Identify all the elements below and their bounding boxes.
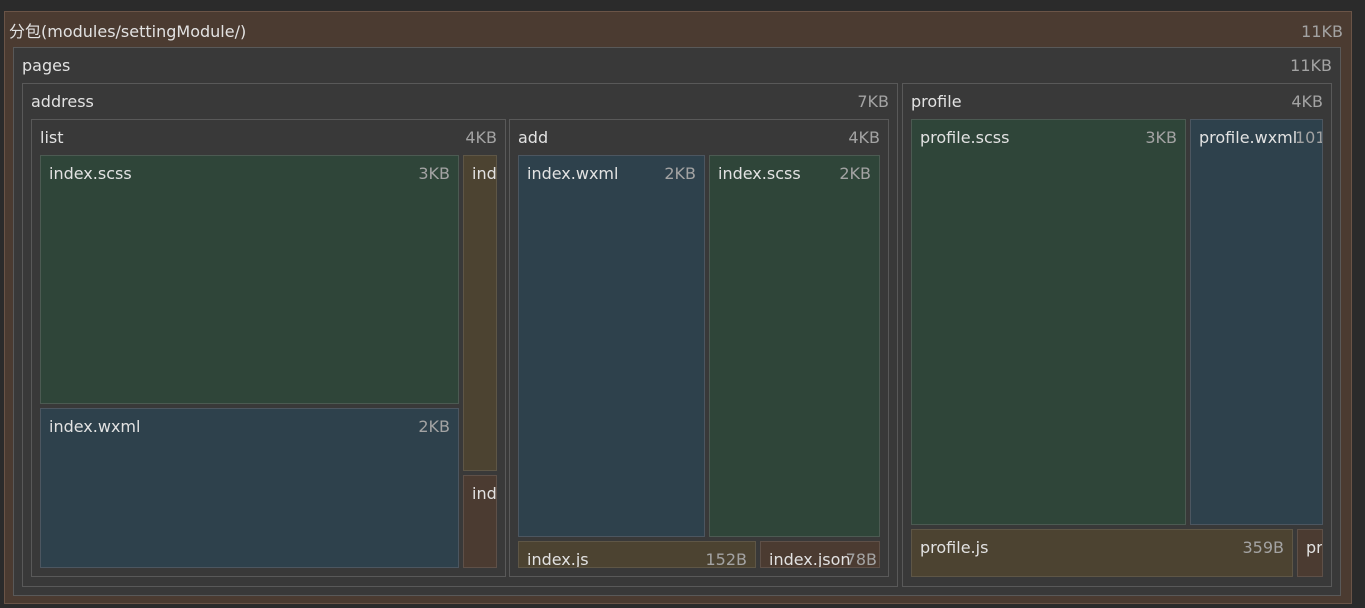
file-label: profile.scss [920, 128, 1010, 147]
file-add-index-wxml[interactable]: index.wxml 2KB [518, 155, 705, 537]
file-add-index-scss[interactable]: index.scss 2KB [709, 155, 880, 537]
file-size: 2KB [418, 417, 450, 436]
file-add-index-json[interactable]: index.json 78B [760, 541, 880, 568]
file-label: index.scss [49, 164, 132, 183]
file-size: 78B [845, 550, 877, 568]
file-size: 101 [1295, 128, 1323, 147]
file-label: ind [472, 164, 497, 183]
file-list-index-wxml[interactable]: index.wxml 2KB [40, 408, 459, 568]
file-profile-json[interactable]: pr [1297, 529, 1323, 577]
dir-pages-label: pages [22, 56, 71, 75]
file-list-index-scss[interactable]: index.scss 3KB [40, 155, 459, 404]
file-profile-js[interactable]: profile.js 359B [911, 529, 1293, 577]
file-size: 3KB [1145, 128, 1177, 147]
file-label: index.js [527, 550, 589, 568]
file-size: 2KB [664, 164, 696, 183]
file-size: 152B [705, 550, 747, 568]
file-add-index-js[interactable]: index.js 152B [518, 541, 756, 568]
file-label: profile.wxml [1199, 128, 1298, 147]
file-label: profile.js [920, 538, 989, 557]
file-list-index-json[interactable]: ind [463, 475, 497, 568]
file-size: 359B [1242, 538, 1284, 557]
file-profile-wxml[interactable]: profile.wxml 101 [1190, 119, 1323, 525]
file-label: index.json [769, 550, 851, 568]
dir-address-label: address [31, 92, 94, 111]
file-label: ind [472, 484, 497, 503]
file-label: index.scss [718, 164, 801, 183]
file-list-index-js[interactable]: ind [463, 155, 497, 471]
dir-list-size: 4KB [465, 128, 497, 147]
file-label: index.wxml [527, 164, 619, 183]
dir-profile-label: profile [911, 92, 962, 111]
dir-profile-size: 4KB [1291, 92, 1323, 111]
dir-pages-size: 11KB [1290, 56, 1332, 75]
file-size: 3KB [418, 164, 450, 183]
dir-add-size: 4KB [848, 128, 880, 147]
file-label: index.wxml [49, 417, 141, 436]
dir-address-size: 7KB [857, 92, 889, 111]
file-size: 2KB [839, 164, 871, 183]
package-label: 分包(modules/settingModule/) [9, 22, 247, 41]
file-label: pr [1306, 538, 1323, 557]
dir-add-label: add [518, 128, 549, 147]
dir-list-label: list [40, 128, 64, 147]
package-size: 11KB [1301, 22, 1343, 41]
file-profile-scss[interactable]: profile.scss 3KB [911, 119, 1186, 525]
